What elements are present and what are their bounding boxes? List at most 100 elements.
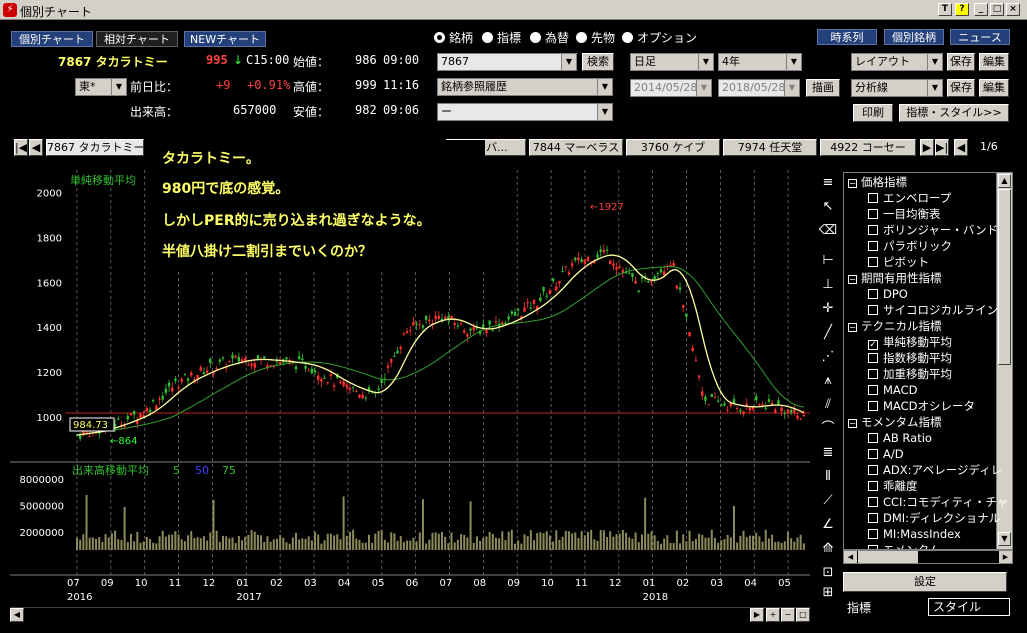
edit-analysis-button[interactable]: 編集	[979, 79, 1009, 97]
radio-stock[interactable]: 銘柄	[434, 29, 473, 46]
indicator-item[interactable]: 乖離度	[868, 478, 918, 494]
indicator-item[interactable]: エンベロープ	[868, 190, 951, 206]
tree-group[interactable]: − モメンタム指標	[848, 414, 942, 430]
print-button[interactable]: 印刷	[853, 104, 893, 122]
checkbox-icon[interactable]	[868, 353, 878, 363]
arc-icon[interactable]: ⌒	[818, 420, 838, 438]
search-button[interactable]: 検索	[582, 53, 614, 71]
tab-scroll-prev[interactable]: ◀	[29, 139, 43, 156]
indicator-item[interactable]: CCI:コモディティ・チャ	[868, 494, 1008, 510]
maximize-button[interactable]: □	[990, 3, 1004, 16]
angle-icon[interactable]: ∠	[818, 516, 838, 534]
indicator-item[interactable]: パラボリック	[868, 238, 952, 254]
gann-icon[interactable]: ⟰	[818, 540, 838, 558]
vline-icon[interactable]: ⊥	[818, 276, 838, 294]
history-select[interactable]: 銘柄参照履歴 ▼	[437, 78, 613, 96]
hscroll-thumb[interactable]	[858, 551, 918, 563]
fit-icon[interactable]: □	[796, 608, 810, 622]
draw-button[interactable]: 描画	[806, 79, 840, 97]
tab-stock[interactable]: 4922 コーセー	[820, 139, 916, 156]
collapse-icon[interactable]: −	[848, 275, 857, 284]
stock-code-input[interactable]: 7867 ▼	[437, 53, 577, 71]
indicator-item[interactable]: ADX:アベレージディレ	[868, 462, 1002, 478]
cycle-icon[interactable]: ⦀	[818, 468, 838, 486]
interval-select[interactable]: 日足 ▼	[630, 53, 714, 71]
scroll-up-icon[interactable]: ▲	[998, 174, 1011, 188]
checkbox-icon[interactable]	[868, 193, 878, 203]
trendline-icon[interactable]: ╱	[818, 324, 838, 342]
indicator-item[interactable]: MACD	[868, 382, 917, 398]
edit-layout-button[interactable]: 編集	[979, 53, 1009, 71]
range-select[interactable]: 4年 ▼	[718, 53, 802, 71]
tab-stock[interactable]: 7974 任天堂	[723, 139, 817, 156]
checkbox-icon[interactable]	[868, 401, 878, 411]
checkbox-icon[interactable]	[868, 209, 878, 219]
cross-icon[interactable]: ✛	[818, 300, 838, 318]
settings-button[interactable]: 設定	[843, 572, 1007, 592]
minimize-button[interactable]: _	[974, 3, 988, 16]
indicator-item[interactable]: サイコロジカルライン	[868, 302, 998, 318]
checkbox-icon[interactable]	[868, 225, 878, 235]
layout-select[interactable]: レイアウト ▼	[851, 53, 943, 71]
checkbox-icon[interactable]	[868, 305, 878, 315]
date-to-input[interactable]: 2018/05/28 ▼	[718, 79, 800, 97]
panel-hscrollbar[interactable]: ◀ ▶	[843, 550, 1013, 564]
checkbox-icon[interactable]	[868, 529, 878, 539]
checkbox-icon[interactable]	[868, 465, 878, 475]
text-tool-icon[interactable]: ⊞	[818, 584, 838, 602]
indicator-item[interactable]: AB Ratio	[868, 430, 932, 446]
indicator-item[interactable]: 加重移動平均	[868, 366, 952, 382]
indicator-item[interactable]: A/D	[868, 446, 904, 462]
tab-stock[interactable]: 7844 マーベラス	[529, 139, 623, 156]
indicator-item[interactable]: ピボット	[868, 254, 929, 270]
indicator-item[interactable]: 一目均衡表	[868, 206, 941, 222]
radio-index[interactable]: 指標	[482, 29, 521, 46]
pointer-icon[interactable]: ↖	[818, 198, 838, 216]
fan-icon[interactable]: ⋰	[818, 348, 838, 366]
scroll-down-icon[interactable]: ▼	[998, 532, 1011, 546]
tab-back-icon[interactable]: ◀	[954, 139, 968, 156]
menu-icon[interactable]: ≡	[818, 174, 838, 192]
checkbox-icon[interactable]	[868, 241, 878, 251]
eraser-icon[interactable]: ⌫	[818, 222, 838, 240]
indicator-item[interactable]: DMI:ディレクショナル	[868, 510, 1000, 526]
help-icon[interactable]: ?	[955, 3, 969, 16]
checkbox-icon[interactable]	[868, 289, 878, 299]
checkbox-icon[interactable]	[868, 513, 878, 523]
indicator-item[interactable]: DPO	[868, 286, 908, 302]
indicator-item[interactable]: ボリンジャー・バンド	[868, 222, 998, 238]
tab-stock[interactable]: 7867 タカラトミー	[46, 139, 144, 156]
panel-scrollbar[interactable]: ▲ ▼	[996, 173, 1012, 549]
news-button[interactable]: ニュース	[950, 29, 1010, 45]
ray-icon[interactable]: ⟋	[818, 492, 838, 510]
hline-icon[interactable]: ⊢	[818, 252, 838, 270]
save-analysis-button[interactable]: 保存	[947, 79, 975, 97]
timeseries-button[interactable]: 時系列	[817, 29, 877, 45]
stock-info-button[interactable]: 個別銘柄	[884, 29, 944, 45]
collapse-icon[interactable]: −	[848, 179, 857, 188]
hscroll-right-icon[interactable]: ▶	[999, 551, 1012, 563]
zoom-out-icon[interactable]: −	[781, 608, 795, 622]
collapse-icon[interactable]: −	[848, 419, 857, 428]
tab-scroll-first[interactable]: |◀	[14, 139, 28, 156]
checkbox-icon[interactable]	[868, 433, 878, 443]
indicator-item[interactable]: モメンタム	[868, 542, 941, 549]
save-layout-button[interactable]: 保存	[947, 53, 975, 71]
panel-tab-style[interactable]: スタイル	[928, 598, 1010, 616]
fib-icon[interactable]: ⩚	[818, 372, 838, 390]
parallel-icon[interactable]: ≣	[818, 444, 838, 462]
checkbox-icon[interactable]	[868, 257, 878, 267]
tree-group[interactable]: − 価格指標	[848, 174, 907, 190]
analysis-select[interactable]: 分析線 ▼	[851, 79, 943, 97]
close-button[interactable]: ×	[1006, 3, 1020, 16]
nav-individual-chart[interactable]: 個別チャート	[11, 31, 93, 47]
radio-options[interactable]: オプション	[622, 29, 697, 46]
hscroll-left-icon[interactable]: ◀	[844, 551, 857, 563]
nav-relative-chart[interactable]: 相対チャート	[96, 31, 178, 47]
date-from-input[interactable]: 2014/05/28 ▼	[630, 79, 712, 97]
checkbox-icon[interactable]	[868, 449, 878, 459]
tab-stock[interactable]: 3760 ケイブ	[626, 139, 720, 156]
panel-tab-indicators[interactable]: 指標	[843, 598, 929, 618]
tree-group[interactable]: − テクニカル指標	[848, 318, 942, 334]
indicator-item[interactable]: MACDオシレータ	[868, 398, 975, 414]
